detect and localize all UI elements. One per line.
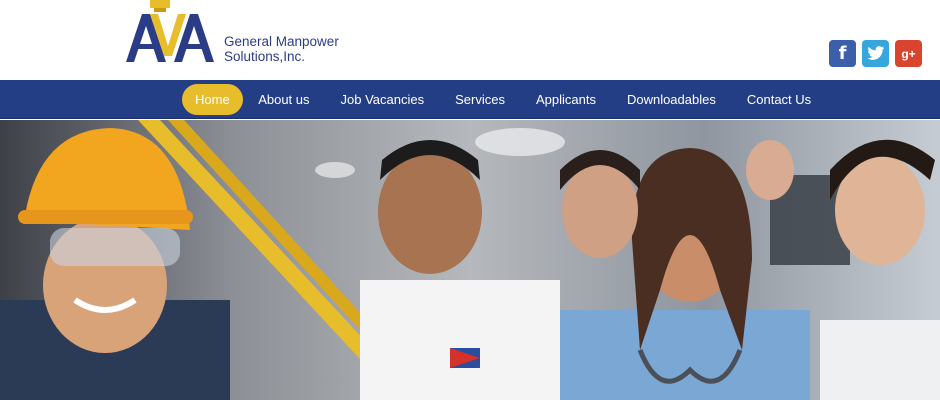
nav-item-downloadables[interactable]: Downloadables xyxy=(611,84,731,115)
nav-item-job-vacancies[interactable]: Job Vacancies xyxy=(325,84,440,115)
company-name: General Manpower Solutions,Inc. xyxy=(224,34,364,64)
site-header: General Manpower Solutions,Inc. f g+ xyxy=(0,0,940,80)
nav-list: Home About us Job Vacancies Services App… xyxy=(182,84,827,115)
nav-item-home[interactable]: Home xyxy=(182,84,243,115)
twitter-icon[interactable] xyxy=(862,40,889,67)
main-nav: Home About us Job Vacancies Services App… xyxy=(0,80,940,119)
nav-item-about-us[interactable]: About us xyxy=(243,84,325,115)
hero-illustration xyxy=(0,120,940,400)
hero-banner xyxy=(0,120,940,400)
company-logo[interactable]: General Manpower Solutions,Inc. xyxy=(124,0,364,72)
company-name-line1: General Manpower xyxy=(224,34,339,49)
facebook-icon[interactable]: f xyxy=(829,40,856,67)
nav-item-applicants[interactable]: Applicants xyxy=(520,84,611,115)
social-links: f g+ xyxy=(829,40,922,67)
ava-logo-mark xyxy=(126,0,214,62)
nav-item-services[interactable]: Services xyxy=(440,84,521,115)
company-name-line2: Solutions,Inc. xyxy=(224,49,306,64)
google-plus-icon[interactable]: g+ xyxy=(895,40,922,67)
twitter-bird-icon xyxy=(866,46,884,60)
nav-item-contact-us[interactable]: Contact Us xyxy=(731,84,826,115)
